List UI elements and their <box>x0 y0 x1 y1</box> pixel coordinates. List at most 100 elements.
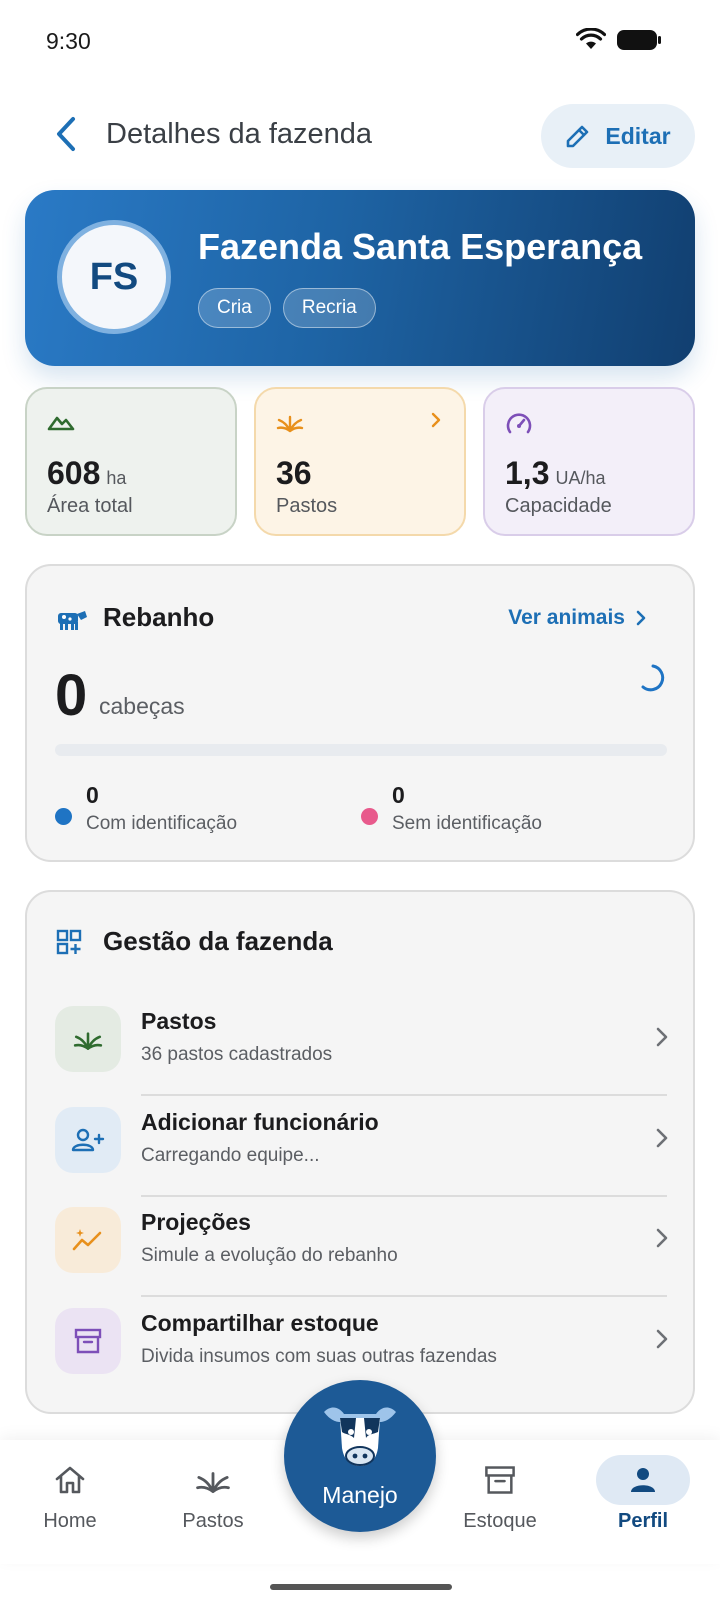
nav-estoque-label: Estoque <box>463 1510 537 1532</box>
page-title: Detalhes da fazenda <box>106 118 373 150</box>
legend-dot-blue <box>55 808 72 825</box>
farm-tag: Cria <box>198 288 271 328</box>
legend-without-id-label: Sem identificação <box>392 813 542 834</box>
see-animals-link[interactable]: Ver animais <box>508 606 647 630</box>
stat-capacity-value: 1,3 UA/ha <box>505 455 606 492</box>
legend-with-id: 0 Com identificação <box>55 782 237 835</box>
nav-home[interactable]: Home <box>10 1450 130 1550</box>
back-arrow-icon <box>57 117 75 151</box>
app-bar: Detalhes da fazenda Editar <box>0 96 720 176</box>
legend-without-id: 0 Sem identificação <box>361 782 542 835</box>
home-indicator <box>270 1584 452 1590</box>
loading-spinner-icon <box>641 664 665 692</box>
legend-without-id-value: 0 <box>392 782 405 808</box>
trend-sparkle-icon <box>72 1229 102 1251</box>
item-icon-box <box>55 1006 121 1072</box>
status-bar: 9:30 <box>0 0 720 86</box>
management-card: Gestão da fazenda Pastos 36 pastos cadas… <box>25 890 695 1414</box>
item-subtitle: Divida insumos com suas outras fazendas <box>141 1346 497 1367</box>
management-item-add-employee[interactable]: Adicionar funcionário Carregando equipe.… <box>27 1103 693 1203</box>
person-icon <box>631 1468 655 1492</box>
archive-box-icon <box>74 1328 102 1354</box>
item-title: Adicionar funcionário <box>141 1109 379 1135</box>
legend-with-id-label: Com identificação <box>86 813 238 834</box>
stat-capacity-label: Capacidade <box>505 495 612 517</box>
stat-pastos-card[interactable]: 36 Pastos <box>254 387 466 536</box>
nav-active-indicator <box>596 1455 690 1505</box>
dashboard-add-icon <box>56 929 82 955</box>
farm-tag: Recria <box>282 288 376 328</box>
stat-area-number: 608 <box>47 455 101 491</box>
archive-box-icon <box>483 1450 517 1510</box>
stat-capacity-unit: UA/ha <box>555 468 606 488</box>
item-icon-box <box>55 1308 121 1374</box>
management-item-pastos[interactable]: Pastos 36 pastos cadastrados <box>27 1002 693 1102</box>
nav-pastos[interactable]: Pastos <box>153 1450 273 1550</box>
stat-pastos-value: 36 <box>276 455 312 491</box>
gauge-icon <box>506 413 532 434</box>
nav-estoque[interactable]: Estoque <box>440 1450 560 1550</box>
edit-button[interactable]: Editar <box>541 104 695 168</box>
add-person-icon <box>71 1128 105 1152</box>
divider <box>141 1295 667 1297</box>
farm-name: Fazenda Santa Esperança <box>198 226 643 267</box>
divider <box>141 1195 667 1197</box>
manejo-fab-button[interactable]: Manejo <box>284 1380 436 1532</box>
herd-count-unit: cabeças <box>99 693 185 719</box>
stat-area-unit: ha <box>106 468 127 488</box>
herd-count: 0 <box>55 663 88 728</box>
cow-icon <box>58 611 87 630</box>
farm-tags: Cria Recria <box>198 288 376 328</box>
grass-icon <box>73 1032 103 1050</box>
item-title: Projeções <box>141 1209 251 1235</box>
chevron-right-icon <box>656 1027 668 1047</box>
status-time: 9:30 <box>46 28 91 54</box>
chevron-right-icon <box>431 412 441 428</box>
item-subtitle: Carregando equipe... <box>141 1145 320 1166</box>
stat-area-label: Área total <box>47 495 133 517</box>
chevron-right-icon <box>656 1128 668 1148</box>
home-icon <box>53 1450 87 1510</box>
management-item-projections[interactable]: Projeções Simule a evolução do rebanho <box>27 1203 693 1303</box>
stat-area-card: 608 ha Área total <box>25 387 237 536</box>
stat-capacity-number: 1,3 <box>505 455 550 491</box>
nav-home-label: Home <box>43 1510 97 1532</box>
back-button[interactable] <box>44 112 88 156</box>
pencil-icon <box>567 125 589 148</box>
item-subtitle: Simule a evolução do rebanho <box>141 1245 398 1266</box>
legend-dot-pink <box>361 808 378 825</box>
farm-initials: FS <box>89 255 139 298</box>
status-icons <box>576 28 662 52</box>
nav-perfil[interactable]: Perfil <box>583 1450 703 1550</box>
item-subtitle: 36 pastos cadastrados <box>141 1044 333 1065</box>
item-icon-box <box>55 1107 121 1173</box>
grass-icon <box>195 1450 231 1510</box>
management-title: Gestão da fazenda <box>103 926 333 956</box>
item-icon-box <box>55 1207 121 1273</box>
nav-perfil-label: Perfil <box>617 1510 669 1532</box>
stat-capacity-card: 1,3 UA/ha Capacidade <box>483 387 695 536</box>
chevron-right-icon <box>656 1228 668 1248</box>
edit-button-label: Editar <box>605 122 671 149</box>
item-title: Pastos <box>141 1008 217 1034</box>
item-title: Compartilhar estoque <box>141 1310 379 1336</box>
battery-icon <box>617 30 661 50</box>
cow-icon <box>324 1407 396 1466</box>
manejo-fab-label: Manejo <box>322 1482 398 1508</box>
stat-area-value: 608 ha <box>47 455 126 492</box>
nav-pastos-label: Pastos <box>182 1510 244 1532</box>
wifi-icon <box>576 28 606 49</box>
grass-icon <box>276 415 304 433</box>
farm-avatar: FS <box>57 220 171 334</box>
legend-with-id-value: 0 <box>86 782 99 808</box>
herd-card: Rebanho Ver animais 0 cabeças 0 Com iden… <box>25 564 695 862</box>
chevron-right-icon <box>636 610 646 626</box>
herd-title: Rebanho <box>103 602 215 632</box>
divider <box>141 1094 667 1096</box>
mountain-icon <box>47 416 75 431</box>
see-animals-label: Ver animais <box>508 606 625 629</box>
chevron-right-icon <box>656 1329 668 1349</box>
farm-header-card: FS Fazenda Santa Esperança Cria Recria <box>25 190 695 366</box>
herd-identification-progress <box>55 744 667 756</box>
stat-pastos-label: Pastos <box>276 495 338 517</box>
